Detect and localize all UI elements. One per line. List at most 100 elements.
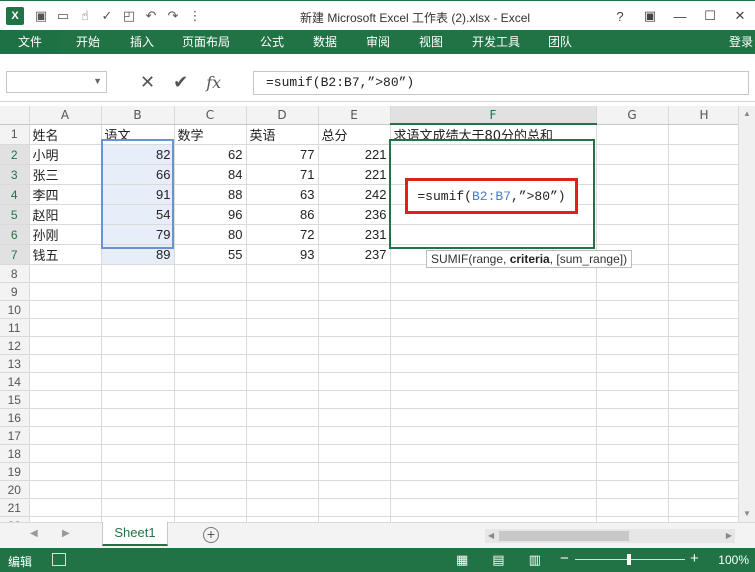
column-header[interactable]: A [29,106,102,125]
next-sheet-icon[interactable]: ▶ [62,528,70,539]
cell[interactable] [390,300,597,319]
scroll-right-icon[interactable]: ▶ [726,529,732,543]
prev-sheet-icon[interactable]: ◀ [30,528,38,539]
page-break-view-icon[interactable]: ▥ [529,552,541,568]
tab-formulas[interactable]: 公式 [260,30,284,54]
cell[interactable] [668,224,741,245]
column-header[interactable]: C [174,106,247,125]
cell[interactable] [29,264,102,283]
cell[interactable] [668,408,741,427]
tab-home[interactable]: 开始 [76,30,100,54]
cell[interactable] [390,390,597,409]
cell[interactable] [668,144,741,165]
column-header[interactable]: E [318,106,391,125]
cell[interactable]: 237 [318,244,391,265]
tab-file[interactable]: 文件 [0,30,60,54]
cell[interactable] [390,498,597,517]
column-header[interactable]: D [246,106,319,125]
cell[interactable] [246,498,319,517]
normal-view-icon[interactable]: ▦ [456,552,468,568]
column-header[interactable]: B [101,106,175,125]
column-header-selected[interactable]: F [390,106,597,125]
cell[interactable]: 总分 [318,124,391,145]
ribbon-display-button[interactable]: ▣ [635,5,665,27]
cell[interactable]: 91 [101,184,175,205]
cell[interactable] [668,462,741,481]
tab-view[interactable]: 视图 [419,30,443,54]
cell[interactable] [596,184,669,205]
cell[interactable] [174,390,247,409]
row-header[interactable]: 14 [0,372,30,391]
cell[interactable] [596,354,669,373]
cell[interactable] [174,408,247,427]
cell[interactable] [596,144,669,165]
column-header[interactable]: H [668,106,741,125]
cell[interactable] [668,498,741,517]
cell[interactable]: 82 [101,144,175,165]
row-header[interactable]: 21 [0,498,30,517]
cell[interactable] [596,462,669,481]
cell[interactable] [596,408,669,427]
cell[interactable] [668,318,741,337]
cell[interactable] [318,264,391,283]
cell[interactable]: 小明 [29,144,102,165]
cell[interactable] [29,462,102,481]
cell[interactable] [668,426,741,445]
cell[interactable] [29,480,102,499]
cell[interactable]: 张三 [29,164,102,185]
cell[interactable] [596,480,669,499]
cell[interactable] [390,354,597,373]
cell[interactable] [101,498,175,517]
cell[interactable] [318,354,391,373]
cell[interactable] [29,336,102,355]
sheet-tab-sheet1[interactable]: Sheet1 [102,522,168,546]
cell[interactable] [101,318,175,337]
scroll-left-icon[interactable]: ◀ [488,529,494,543]
customize-icon[interactable]: ⋮ [184,5,206,27]
cell[interactable] [174,498,247,517]
cell[interactable] [29,282,102,301]
cell[interactable] [668,124,741,145]
cell[interactable]: 数学 [174,124,247,145]
cell[interactable] [318,498,391,517]
cell[interactable] [390,426,597,445]
zoom-level[interactable]: 100% [718,553,749,567]
cell[interactable] [668,244,741,265]
cell[interactable] [101,426,175,445]
cell[interactable]: 72 [246,224,319,245]
cell[interactable]: 71 [246,164,319,185]
cell[interactable] [390,224,597,245]
cell[interactable] [390,144,597,165]
cell[interactable] [29,318,102,337]
row-header[interactable]: 12 [0,336,30,355]
cell[interactable]: 221 [318,144,391,165]
enter-icon[interactable]: ✔ [173,72,188,93]
row-header[interactable]: 15 [0,390,30,409]
help-button[interactable]: ? [605,5,635,27]
cell[interactable] [101,480,175,499]
cell[interactable] [596,204,669,225]
cell[interactable] [29,408,102,427]
cell[interactable] [596,124,669,145]
cell[interactable] [318,444,391,463]
cell[interactable]: 李四 [29,184,102,205]
vertical-scrollbar[interactable]: ▲ ▼ [738,106,755,522]
cell[interactable] [668,336,741,355]
cell[interactable] [101,264,175,283]
maximize-button[interactable]: ☐ [695,5,725,27]
cell[interactable]: 66 [101,164,175,185]
cell[interactable] [390,372,597,391]
cell[interactable] [318,390,391,409]
page-layout-view-icon[interactable]: ▤ [492,552,504,568]
save-icon[interactable]: ▣ [30,5,52,27]
print-preview-icon[interactable]: ◰ [118,5,140,27]
cell[interactable] [246,480,319,499]
cell[interactable] [596,444,669,463]
cell[interactable] [668,282,741,301]
cell[interactable]: 钱五 [29,244,102,265]
row-header[interactable]: 5 [0,204,30,225]
sign-in-link[interactable]: 登录 [729,30,753,54]
cell[interactable] [596,164,669,185]
scroll-thumb[interactable] [499,531,629,541]
formula-input[interactable]: =sumif(B2:B7,”>80”) [253,71,749,95]
